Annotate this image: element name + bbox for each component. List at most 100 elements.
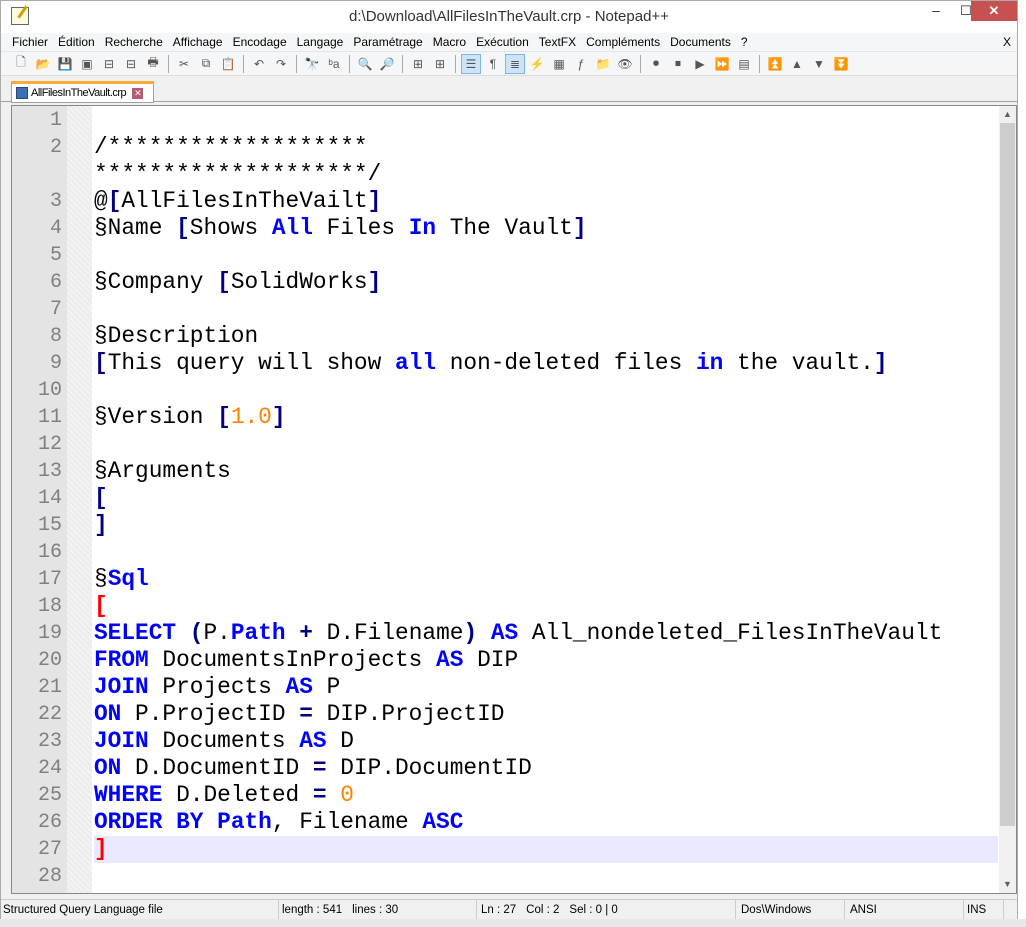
redo-icon[interactable]: ↷: [271, 54, 291, 74]
toolbar-separator: [243, 54, 244, 73]
menu-execution[interactable]: Exécution: [471, 35, 534, 49]
go-last-icon[interactable]: ⏬: [831, 54, 851, 74]
scroll-down-icon[interactable]: ▼: [999, 876, 1016, 893]
token-num: 0: [340, 782, 354, 808]
editor-line[interactable]: 6 §Company [SolidWorks]: [12, 269, 998, 296]
go-down-icon[interactable]: ▼: [809, 54, 829, 74]
scroll-up-icon[interactable]: ▲: [999, 106, 1016, 123]
token-text: /*******************: [94, 134, 368, 160]
menu-affichage[interactable]: Affichage: [168, 35, 228, 49]
doc-map-icon[interactable]: ▦: [549, 54, 569, 74]
editor-line[interactable]: 27]: [12, 836, 998, 863]
toolbar-separator: [455, 54, 456, 73]
menu-recherche[interactable]: Recherche: [100, 35, 168, 49]
menu-documents[interactable]: Documents: [665, 35, 736, 49]
editor-line[interactable]: 4 §Name [Shows All Files In The Vault]: [12, 215, 998, 242]
indent-guide-icon[interactable]: ≣: [505, 53, 525, 74]
close-all-icon[interactable]: ⊟: [121, 54, 141, 74]
menu-help[interactable]: ?: [736, 35, 753, 49]
minimize-button[interactable]: –: [921, 1, 951, 21]
line-number: 24: [37, 757, 62, 780]
save-macro-icon[interactable]: ▤: [734, 54, 754, 74]
record-macro-icon[interactable]: ⏺: [646, 54, 666, 74]
menu-complements[interactable]: Compléments: [581, 35, 665, 49]
token-op: =: [299, 701, 313, 727]
editor-line[interactable]: 10: [12, 377, 998, 404]
editor-line[interactable]: 16: [12, 539, 998, 566]
editor-line[interactable]: 28: [12, 863, 998, 890]
zoom-out-icon[interactable]: 🔎: [377, 54, 397, 74]
editor-line[interactable]: 8 §Description: [12, 323, 998, 350]
folder-icon[interactable]: 📁: [593, 54, 613, 74]
token-op: =: [312, 755, 327, 781]
menu-fichier[interactable]: Fichier: [7, 35, 53, 49]
menu-textfx[interactable]: TextFX: [534, 35, 581, 49]
editor-line[interactable]: 18 [: [12, 593, 998, 620]
cut-icon[interactable]: ✂: [174, 54, 194, 74]
editor-line[interactable]: 11 §Version [1.0]: [12, 404, 998, 431]
open-file-icon[interactable]: 📂: [33, 54, 53, 74]
menu-macro[interactable]: Macro: [428, 35, 471, 49]
line-code: ********************/: [94, 161, 998, 188]
editor-line[interactable]: 14 [: [12, 485, 998, 512]
editor-line[interactable]: 2 /*******************: [12, 134, 998, 161]
copy-icon[interactable]: ⧉: [196, 54, 216, 74]
editor-line[interactable]: 13 §Arguments: [12, 458, 998, 485]
token-kw: JOIN: [94, 674, 149, 700]
find-icon[interactable]: 🔭: [302, 54, 322, 74]
editor-line[interactable]: 22 ON P.ProjectID = DIP.ProjectID: [12, 701, 998, 728]
editor-line[interactable]: 5: [12, 242, 998, 269]
close-document-button[interactable]: X: [1003, 35, 1011, 49]
save-all-icon[interactable]: ▣: [77, 54, 97, 74]
tab-close-icon[interactable]: ✕: [132, 87, 144, 99]
token-text: The Vault: [436, 215, 573, 241]
new-file-icon[interactable]: 🗋: [11, 54, 31, 74]
code-editor[interactable]: 1 2 /******************* *****************…: [11, 105, 1017, 894]
sync-horizontal-icon[interactable]: ⊞: [430, 54, 450, 74]
menu-encodage[interactable]: Encodage: [228, 35, 292, 49]
monitor-icon[interactable]: 👁: [615, 54, 635, 74]
editor-line[interactable]: 21 JOIN Projects AS P: [12, 674, 998, 701]
undo-icon[interactable]: ↶: [249, 54, 269, 74]
editor-line[interactable]: 17 §Sql: [12, 566, 998, 593]
editor-line[interactable]: 23 JOIN Documents AS D: [12, 728, 998, 755]
vertical-scrollbar[interactable]: ▲ ▼: [999, 106, 1016, 893]
editor-line[interactable]: 24 ON D.DocumentID = DIP.DocumentID: [12, 755, 998, 782]
editor-line[interactable]: 15]: [12, 512, 998, 539]
line-code: WHERE D.Deleted = 0: [94, 782, 998, 809]
file-type-text: Structured Query Language file: [3, 904, 163, 916]
editor-line[interactable]: ********************/: [12, 161, 998, 188]
close-window-button[interactable]: ✕: [971, 1, 1017, 21]
show-all-chars-icon[interactable]: ¶: [483, 54, 503, 74]
editor-line[interactable]: 25 WHERE D.Deleted = 0: [12, 782, 998, 809]
menu-edition[interactable]: Édition: [53, 35, 100, 49]
play-macro-icon[interactable]: ▶: [690, 54, 710, 74]
run-macro-multiple-icon[interactable]: ⏩: [712, 54, 732, 74]
editor-line[interactable]: 12: [12, 431, 998, 458]
save-icon[interactable]: 💾: [55, 54, 75, 74]
menu-parametrage[interactable]: Paramétrage: [348, 35, 427, 49]
go-first-icon[interactable]: ⏫: [765, 54, 785, 74]
word-wrap-icon[interactable]: ☰: [461, 53, 481, 74]
stop-macro-icon[interactable]: ⏹: [668, 54, 688, 74]
zoom-in-icon[interactable]: 🔍: [355, 54, 375, 74]
paste-icon[interactable]: 📋: [218, 54, 238, 74]
editor-line[interactable]: 20 FROM DocumentsInProjects AS DIP: [12, 647, 998, 674]
editor-line[interactable]: 26 ORDER BY Path, Filename ASC: [12, 809, 998, 836]
editor-line[interactable]: 9 [This query will show all non-deleted f…: [12, 350, 998, 377]
udl-icon[interactable]: ⚡: [527, 54, 547, 74]
tab-allfilesinthevault[interactable]: AllFilesInTheVault.crp ✕: [11, 81, 154, 103]
token-text: P.ProjectID: [121, 701, 300, 727]
sync-vertical-icon[interactable]: ⊞: [408, 54, 428, 74]
scrollbar-thumb[interactable]: [1000, 123, 1015, 826]
editor-line[interactable]: 7: [12, 296, 998, 323]
menu-langage[interactable]: Langage: [292, 35, 349, 49]
editor-line[interactable]: 19 SELECT (P.Path + D.Filename) AS All_no…: [12, 620, 998, 647]
go-up-icon[interactable]: ▲: [787, 54, 807, 74]
print-icon[interactable]: 🖶: [143, 54, 163, 74]
function-list-icon[interactable]: ƒ: [571, 54, 591, 74]
editor-line[interactable]: 3 @[AllFilesInTheVailt]: [12, 188, 998, 215]
replace-icon[interactable]: ᵇa: [324, 54, 344, 74]
editor-line[interactable]: 1: [12, 107, 998, 134]
close-icon[interactable]: ⊟: [99, 54, 119, 74]
